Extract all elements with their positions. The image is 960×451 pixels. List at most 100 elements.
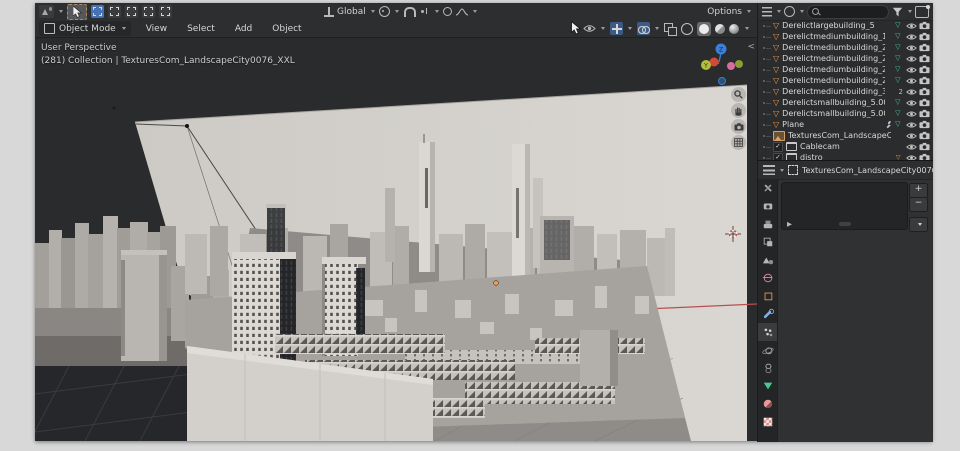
camera-render-icon[interactable] xyxy=(919,153,930,160)
outliner-row[interactable]: ✓ ▽ Derelictsmallbuilding_5.002 ▽ ▽ xyxy=(758,108,933,119)
camera-render-icon[interactable] xyxy=(919,120,930,129)
camera-render-icon[interactable] xyxy=(919,131,930,140)
menu-item[interactable]: View xyxy=(141,23,172,35)
camera-render-icon[interactable] xyxy=(919,21,930,30)
hide-eye-icon[interactable] xyxy=(905,143,917,151)
outliner-row[interactable]: ✓ ▽ Derelictmediumbuilding_2.001 ▽ ▽ xyxy=(758,42,933,53)
list-add-button[interactable]: + xyxy=(909,183,928,198)
outliner-row[interactable]: ✓ ▽ Derelictmediumbuilding_2 ▽ ▽ xyxy=(758,75,933,86)
hide-eye-icon[interactable] xyxy=(905,44,917,52)
collection-checkbox[interactable]: ✓ xyxy=(773,152,783,160)
select-mode-subtract-button[interactable] xyxy=(125,5,138,18)
properties-tab[interactable] xyxy=(758,269,777,287)
select-mode-new-button[interactable] xyxy=(91,5,104,18)
collection-checkbox[interactable]: ✓ xyxy=(773,141,783,152)
menu-item[interactable]: Object xyxy=(267,23,306,35)
sidebar-collapse-icon[interactable]: < xyxy=(747,42,755,52)
hide-eye-icon[interactable] xyxy=(905,66,917,74)
camera-render-icon[interactable] xyxy=(919,87,930,96)
viewport-canvas[interactable]: User Perspective (281) Collection | Text… xyxy=(35,38,757,441)
properties-tab[interactable] xyxy=(758,359,777,377)
outliner-row[interactable]: ✓ ▽ Derelictmediumbuilding_1.001 ▽ ▽ xyxy=(758,31,933,42)
properties-tab[interactable] xyxy=(758,413,777,431)
camera-render-icon[interactable] xyxy=(919,109,930,118)
list-remove-button[interactable]: − xyxy=(909,197,928,212)
select-mode-extend-button[interactable] xyxy=(108,5,121,18)
hide-eye-icon[interactable] xyxy=(905,33,917,41)
outliner-search[interactable] xyxy=(807,4,889,19)
outliner-row[interactable]: ✓ ▽ Derelictmediumbuilding_2.003 ▽ ▽ xyxy=(758,64,933,75)
show-gizmo-toggle[interactable] xyxy=(610,22,632,35)
outliner-row[interactable]: ✓ ▽ Derelictlargebuilding_5 ▽ ▽ xyxy=(758,20,933,31)
proportional-edit-toggle[interactable] xyxy=(442,7,452,16)
shading-rendered-button[interactable] xyxy=(729,23,739,34)
outliner-row[interactable]: ✓ ▽ TexturesCom_LandscapeCity0076_X ▽ ▽ xyxy=(758,130,933,141)
properties-tab[interactable] xyxy=(758,251,777,269)
navigation-gizmo[interactable]: Z Y xyxy=(693,40,745,94)
camera-render-icon[interactable] xyxy=(919,32,930,41)
xray-toggle[interactable] xyxy=(664,22,677,36)
outliner-editor-selector[interactable] xyxy=(762,6,781,17)
display-mode-dropdown[interactable] xyxy=(784,6,804,17)
proportional-falloff-dropdown[interactable] xyxy=(455,7,477,16)
select-mode-intersect-button[interactable] xyxy=(159,5,172,18)
properties-tab[interactable] xyxy=(758,197,777,215)
list-specials-button[interactable] xyxy=(909,217,928,232)
hide-eye-icon[interactable] xyxy=(905,99,917,107)
active-tool-button[interactable] xyxy=(67,3,87,20)
snap-toggle[interactable] xyxy=(403,6,417,17)
outliner-row[interactable]: ✓ ▽ Derelictmediumbuilding_2.002 ▽ ▽ xyxy=(758,53,933,64)
perspective-toggle-button[interactable] xyxy=(731,135,746,150)
options-button[interactable]: Options xyxy=(707,7,751,17)
object-visibility-dropdown[interactable] xyxy=(583,24,605,33)
camera-render-icon[interactable] xyxy=(919,76,930,85)
snap-target-dropdown[interactable] xyxy=(420,7,439,16)
hide-eye-icon[interactable] xyxy=(905,55,917,63)
properties-tab[interactable] xyxy=(758,341,777,359)
shading-material-button[interactable] xyxy=(715,23,725,34)
new-collection-button[interactable] xyxy=(915,4,930,18)
outliner-row[interactable]: ✓ ▽ distro ▽ ▽ xyxy=(758,152,933,160)
hide-eye-icon[interactable] xyxy=(905,88,917,96)
pan-button[interactable] xyxy=(731,103,746,118)
select-mode-invert-button[interactable] xyxy=(142,5,155,18)
pivot-point-dropdown[interactable] xyxy=(378,6,399,17)
menu-item[interactable]: Select xyxy=(182,23,220,35)
camera-render-icon[interactable] xyxy=(919,54,930,63)
search-input[interactable] xyxy=(822,7,884,16)
filter-dropdown[interactable] xyxy=(892,7,912,17)
editor-type-selector[interactable] xyxy=(39,5,63,18)
outliner-row[interactable]: ✓ ▽ Plane ▽ ▽ xyxy=(758,119,933,130)
menu-item[interactable]: Add xyxy=(230,23,257,35)
hide-eye-icon[interactable] xyxy=(905,77,917,85)
properties-tab[interactable] xyxy=(758,395,777,413)
properties-tab[interactable] xyxy=(758,305,777,323)
properties-tab[interactable] xyxy=(758,323,777,341)
outliner-row[interactable]: ✓ ▽ Derelictsmallbuilding_5.001 ▽ ▽ xyxy=(758,97,933,108)
camera-render-icon[interactable] xyxy=(919,65,930,74)
camera-render-icon[interactable] xyxy=(919,43,930,52)
hide-eye-icon[interactable] xyxy=(905,22,917,30)
list-filter-expand-arrow[interactable]: ▶ xyxy=(787,220,792,228)
hide-eye-icon[interactable] xyxy=(905,132,917,140)
shading-solid-button[interactable] xyxy=(697,21,711,36)
outliner-row[interactable]: ✓ ▽ Derelictmediumbuilding_3.001 ▽ ▽ 2 xyxy=(758,86,933,97)
zoom-button[interactable] xyxy=(731,87,746,102)
hide-eye-icon[interactable] xyxy=(905,110,917,118)
show-overlays-toggle[interactable] xyxy=(637,22,659,35)
camera-render-icon[interactable] xyxy=(919,98,930,107)
camera-view-button[interactable] xyxy=(731,119,746,134)
hide-eye-icon[interactable] xyxy=(905,121,917,129)
properties-editor-selector[interactable] xyxy=(763,165,784,175)
properties-tab[interactable] xyxy=(758,215,777,233)
mode-dropdown[interactable]: Object Mode xyxy=(39,21,131,36)
properties-tab[interactable] xyxy=(758,377,777,395)
shading-wireframe-button[interactable] xyxy=(681,22,693,35)
particle-system-list[interactable]: ▶ xyxy=(781,182,908,230)
properties-tab[interactable] xyxy=(758,287,777,305)
transform-orientation-dropdown[interactable]: Global xyxy=(324,6,375,17)
camera-render-icon[interactable] xyxy=(919,142,930,151)
list-resize-grip[interactable] xyxy=(838,222,851,226)
outliner-row[interactable]: ✓ ▽ Cablecam ▽ ▽ xyxy=(758,141,933,152)
properties-tab[interactable] xyxy=(758,179,777,197)
